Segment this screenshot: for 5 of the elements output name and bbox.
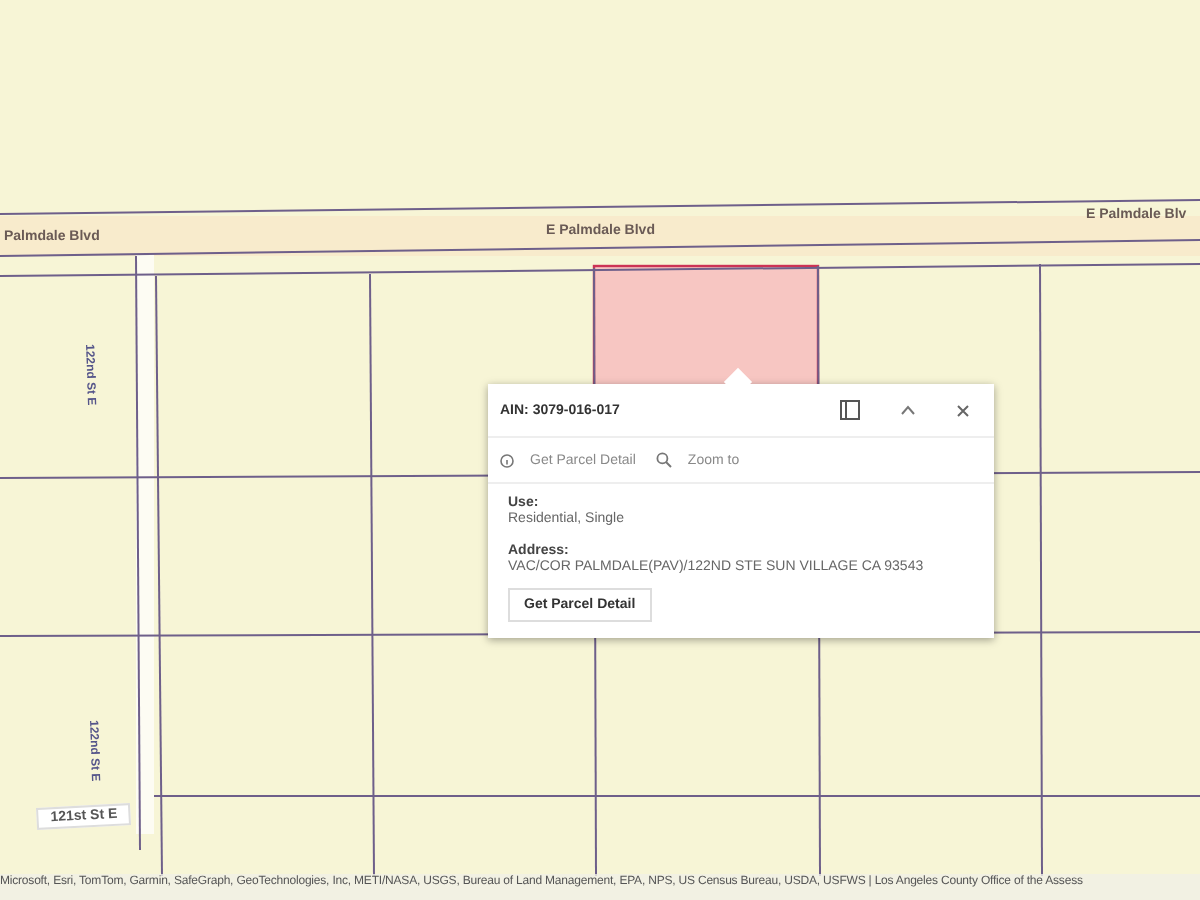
close-icon[interactable]	[956, 403, 970, 417]
dock-icon[interactable]	[840, 400, 860, 420]
collapse-icon[interactable]	[900, 404, 916, 416]
info-icon	[500, 453, 514, 467]
search-icon	[655, 452, 672, 468]
